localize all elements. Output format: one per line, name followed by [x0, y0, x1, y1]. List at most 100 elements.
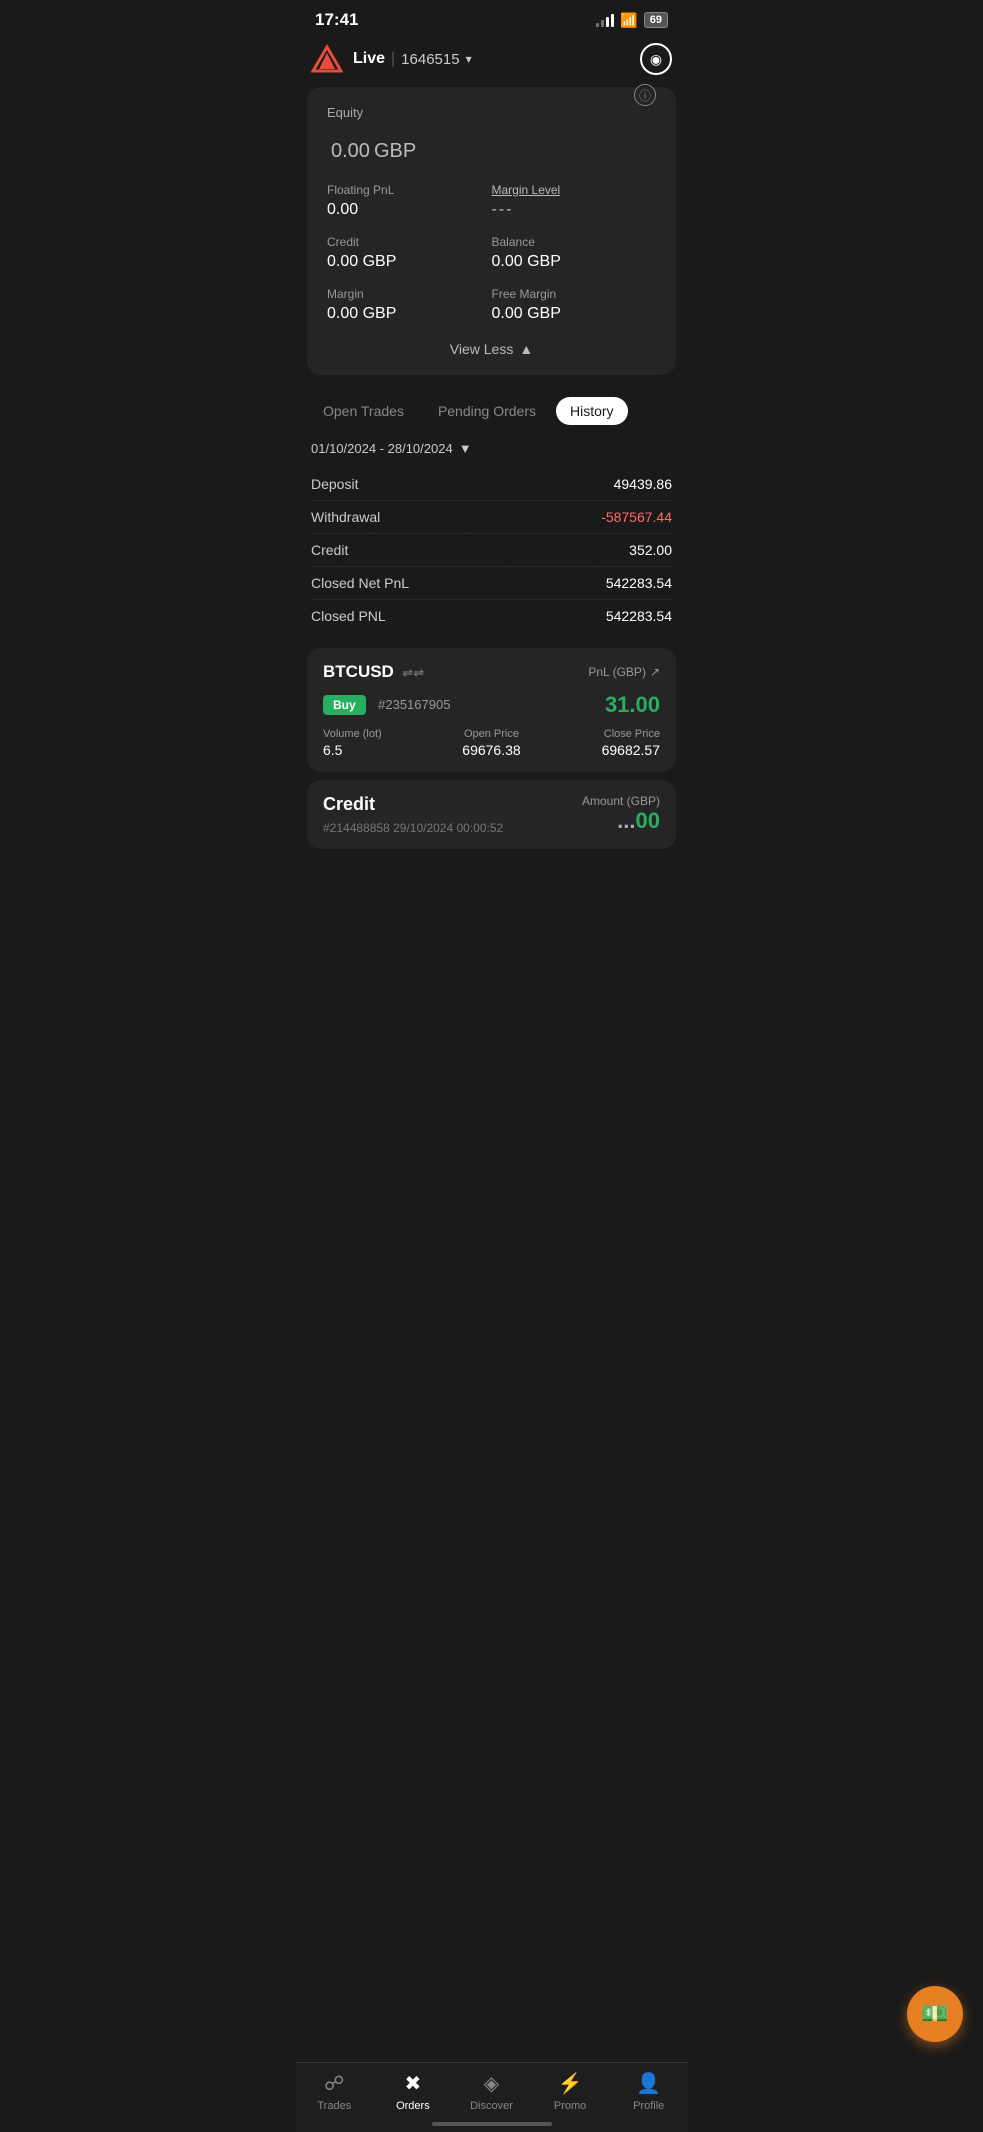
floating-pnl-value: 0.00	[327, 201, 492, 219]
date-range[interactable]: 01/10/2024 - 28/10/2024 ▼	[295, 433, 688, 464]
credit-datetime: 29/10/2024 00:00:52	[393, 821, 503, 835]
trade-card-btcusd: BTCUSD ⇌⇌ PnL (GBP) ↗ Buy #235167905 31.…	[307, 648, 676, 772]
free-margin-stat: Free Margin 0.00 GBP	[492, 287, 657, 323]
credit-card-right: Amount (GBP) ...00	[582, 794, 660, 834]
account-type-label: Live	[353, 50, 385, 68]
info-icon[interactable]: ⓘ	[634, 84, 656, 106]
share-icon[interactable]: ↗	[650, 665, 660, 679]
trade-details: Volume (lot) 6.5 Open Price 69676.38 Clo…	[323, 728, 660, 758]
history-row-credit: Credit 352.00	[311, 534, 672, 567]
pnl-label-container: PnL (GBP) ↗	[588, 665, 660, 679]
credit-stat: Credit 0.00 GBP	[327, 235, 492, 271]
discover-label: Discover	[470, 2100, 513, 2112]
fab-icon: 💵	[921, 2001, 948, 2027]
status-icons: 📶 69	[596, 12, 668, 29]
close-price-detail: Close Price 69682.57	[548, 728, 660, 758]
credit-label: Credit	[327, 235, 492, 249]
tab-pending-orders[interactable]: Pending Orders	[424, 397, 550, 425]
balance-value: 0.00 GBP	[492, 253, 657, 271]
wifi-icon: 📶	[620, 12, 637, 29]
floating-pnl-stat: Floating PnL 0.00	[327, 183, 492, 219]
margin-label: Margin	[327, 287, 492, 301]
scan-icon[interactable]: ◉	[640, 43, 672, 75]
free-margin-label: Free Margin	[492, 287, 657, 301]
tab-history[interactable]: History	[556, 397, 628, 425]
withdrawal-label: Withdrawal	[311, 509, 380, 525]
orders-label: Orders	[396, 2100, 430, 2112]
equity-label: Equity	[327, 105, 656, 120]
nav-item-discover[interactable]: ◈ Discover	[452, 2071, 531, 2112]
amount-value: ...00	[582, 808, 660, 834]
closed-net-pnl-label: Closed Net PnL	[311, 575, 409, 591]
home-indicator	[432, 2122, 552, 2126]
deposit-label: Deposit	[311, 476, 358, 492]
account-number: 1646515	[401, 51, 459, 68]
order-number: #235167905	[378, 697, 450, 712]
close-price-label: Close Price	[548, 728, 660, 740]
history-row-closed-pnl: Closed PNL 542283.54	[311, 600, 672, 632]
closed-pnl-value: 542283.54	[606, 608, 672, 624]
profile-label: Profile	[633, 2100, 664, 2112]
orders-icon: ✖	[405, 2071, 422, 2096]
free-margin-value: 0.00 GBP	[492, 305, 657, 323]
trades-icon: ☍	[324, 2071, 344, 2096]
credit-card: Credit #214488858 29/10/2024 00:00:52 Am…	[307, 780, 676, 849]
fab-button[interactable]: 💵	[907, 1986, 963, 2042]
volume-value: 6.5	[323, 742, 435, 758]
logo-icon	[311, 43, 343, 75]
battery-indicator: 69	[644, 12, 668, 28]
header-right[interactable]: ◉	[640, 43, 672, 75]
profile-icon: 👤	[636, 2071, 661, 2096]
balance-label: Balance	[492, 235, 657, 249]
trade-direction-container: Buy #235167905	[323, 696, 450, 714]
deposit-value: 49439.86	[614, 476, 672, 492]
symbol-settings-icon: ⇌⇌	[402, 665, 424, 680]
buy-badge: Buy	[323, 695, 366, 715]
date-range-value: 01/10/2024 - 28/10/2024	[311, 441, 453, 456]
closed-pnl-label: Closed PNL	[311, 608, 386, 624]
chevron-down-icon: ▾	[466, 52, 472, 66]
promo-icon: ⚡	[558, 2071, 583, 2096]
amount-label: Amount (GBP)	[582, 794, 660, 808]
credit-card-title: Credit	[323, 794, 503, 815]
status-time: 17:41	[315, 10, 358, 30]
credit-history-value: 352.00	[629, 542, 672, 558]
history-row-deposit: Deposit 49439.86	[311, 468, 672, 501]
history-row-closed-net-pnl: Closed Net PnL 542283.54	[311, 567, 672, 600]
floating-pnl-label: Floating PnL	[327, 183, 492, 197]
history-section: Deposit 49439.86 Withdrawal -587567.44 C…	[295, 464, 688, 648]
nav-item-trades[interactable]: ☍ Trades	[295, 2071, 374, 2112]
trade-symbol: BTCUSD	[323, 662, 394, 681]
equity-value: 0.00GBP	[327, 124, 656, 167]
nav-item-profile[interactable]: 👤 Profile	[609, 2071, 688, 2112]
open-price-detail: Open Price 69676.38	[435, 728, 547, 758]
header: Live | 1646515 ▾ ◉	[295, 35, 688, 87]
nav-item-promo[interactable]: ⚡ Promo	[531, 2071, 610, 2112]
tab-open-trades[interactable]: Open Trades	[309, 397, 418, 425]
credit-value: 0.00 GBP	[327, 253, 492, 271]
trade-symbol-container: BTCUSD ⇌⇌	[323, 662, 424, 682]
withdrawal-value: -587567.44	[601, 509, 672, 525]
margin-level-value: ---	[492, 201, 657, 219]
trade-card-header: BTCUSD ⇌⇌ PnL (GBP) ↗	[323, 662, 660, 682]
credit-card-header: Credit #214488858 29/10/2024 00:00:52 Am…	[323, 794, 660, 835]
signal-icon	[596, 13, 614, 27]
credit-card-meta: #214488858 29/10/2024 00:00:52	[323, 821, 503, 835]
status-bar: 17:41 📶 69	[295, 0, 688, 35]
balance-stat: Balance 0.00 GBP	[492, 235, 657, 271]
credit-order-num: #214488858	[323, 821, 390, 835]
chevron-down-icon: ▼	[459, 441, 472, 456]
view-less-button[interactable]: View Less ▲	[327, 341, 656, 357]
margin-level-label: Margin Level	[492, 183, 657, 197]
open-price-label: Open Price	[435, 728, 547, 740]
history-row-withdrawal: Withdrawal -587567.44	[311, 501, 672, 534]
nav-item-orders[interactable]: ✖ Orders	[374, 2071, 453, 2112]
account-info[interactable]: Live | 1646515 ▾	[353, 50, 472, 68]
volume-detail: Volume (lot) 6.5	[323, 728, 435, 758]
promo-label: Promo	[554, 2100, 586, 2112]
discover-icon: ◈	[484, 2071, 499, 2096]
stats-grid: Floating PnL 0.00 Margin Level --- Credi…	[327, 183, 656, 323]
tab-bar: Open Trades Pending Orders History	[295, 387, 688, 433]
margin-stat: Margin 0.00 GBP	[327, 287, 492, 323]
credit-card-left: Credit #214488858 29/10/2024 00:00:52	[323, 794, 503, 835]
